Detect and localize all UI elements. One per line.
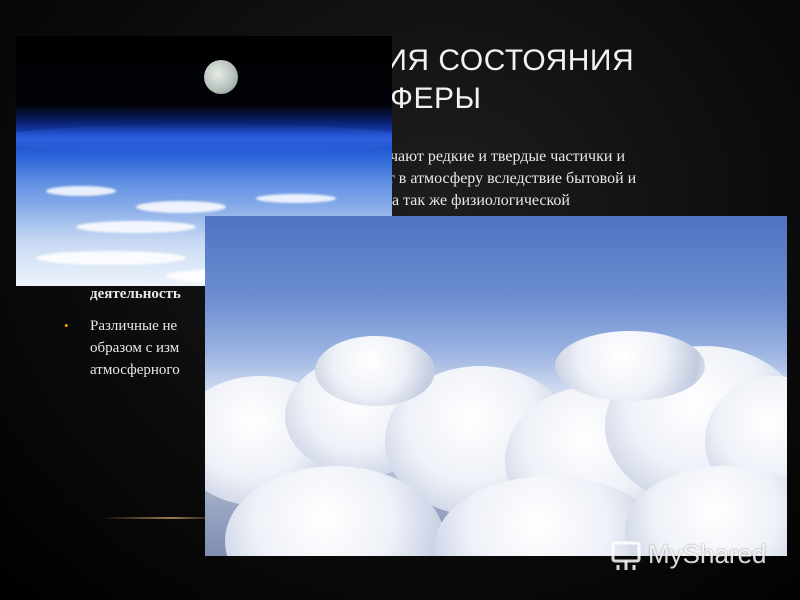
myshared-logo-icon xyxy=(611,541,641,570)
slide: ЕНЕНИЯ СОСТОЯНИЯ СФЕРЫ чают редкие и тве… xyxy=(0,0,800,600)
myshared-watermark: MyShared xyxy=(610,536,767,572)
body-paragraph: чают редкие и твердые частички и от в ат… xyxy=(380,146,780,212)
clouds-from-above-photo xyxy=(205,216,787,556)
body-line-3: а так же физиологической xyxy=(392,192,570,209)
atmosphere-haze xyxy=(16,124,392,154)
moon-icon xyxy=(204,60,238,94)
body-line-2: от в атмосферу вследствие бытовой и xyxy=(380,170,637,187)
decorative-glow-line xyxy=(100,517,220,519)
bullet-icon: • xyxy=(64,318,69,333)
watermark-text: MyShared xyxy=(648,538,767,569)
body-line-1: чают редкие и твердые частички и xyxy=(390,148,625,165)
